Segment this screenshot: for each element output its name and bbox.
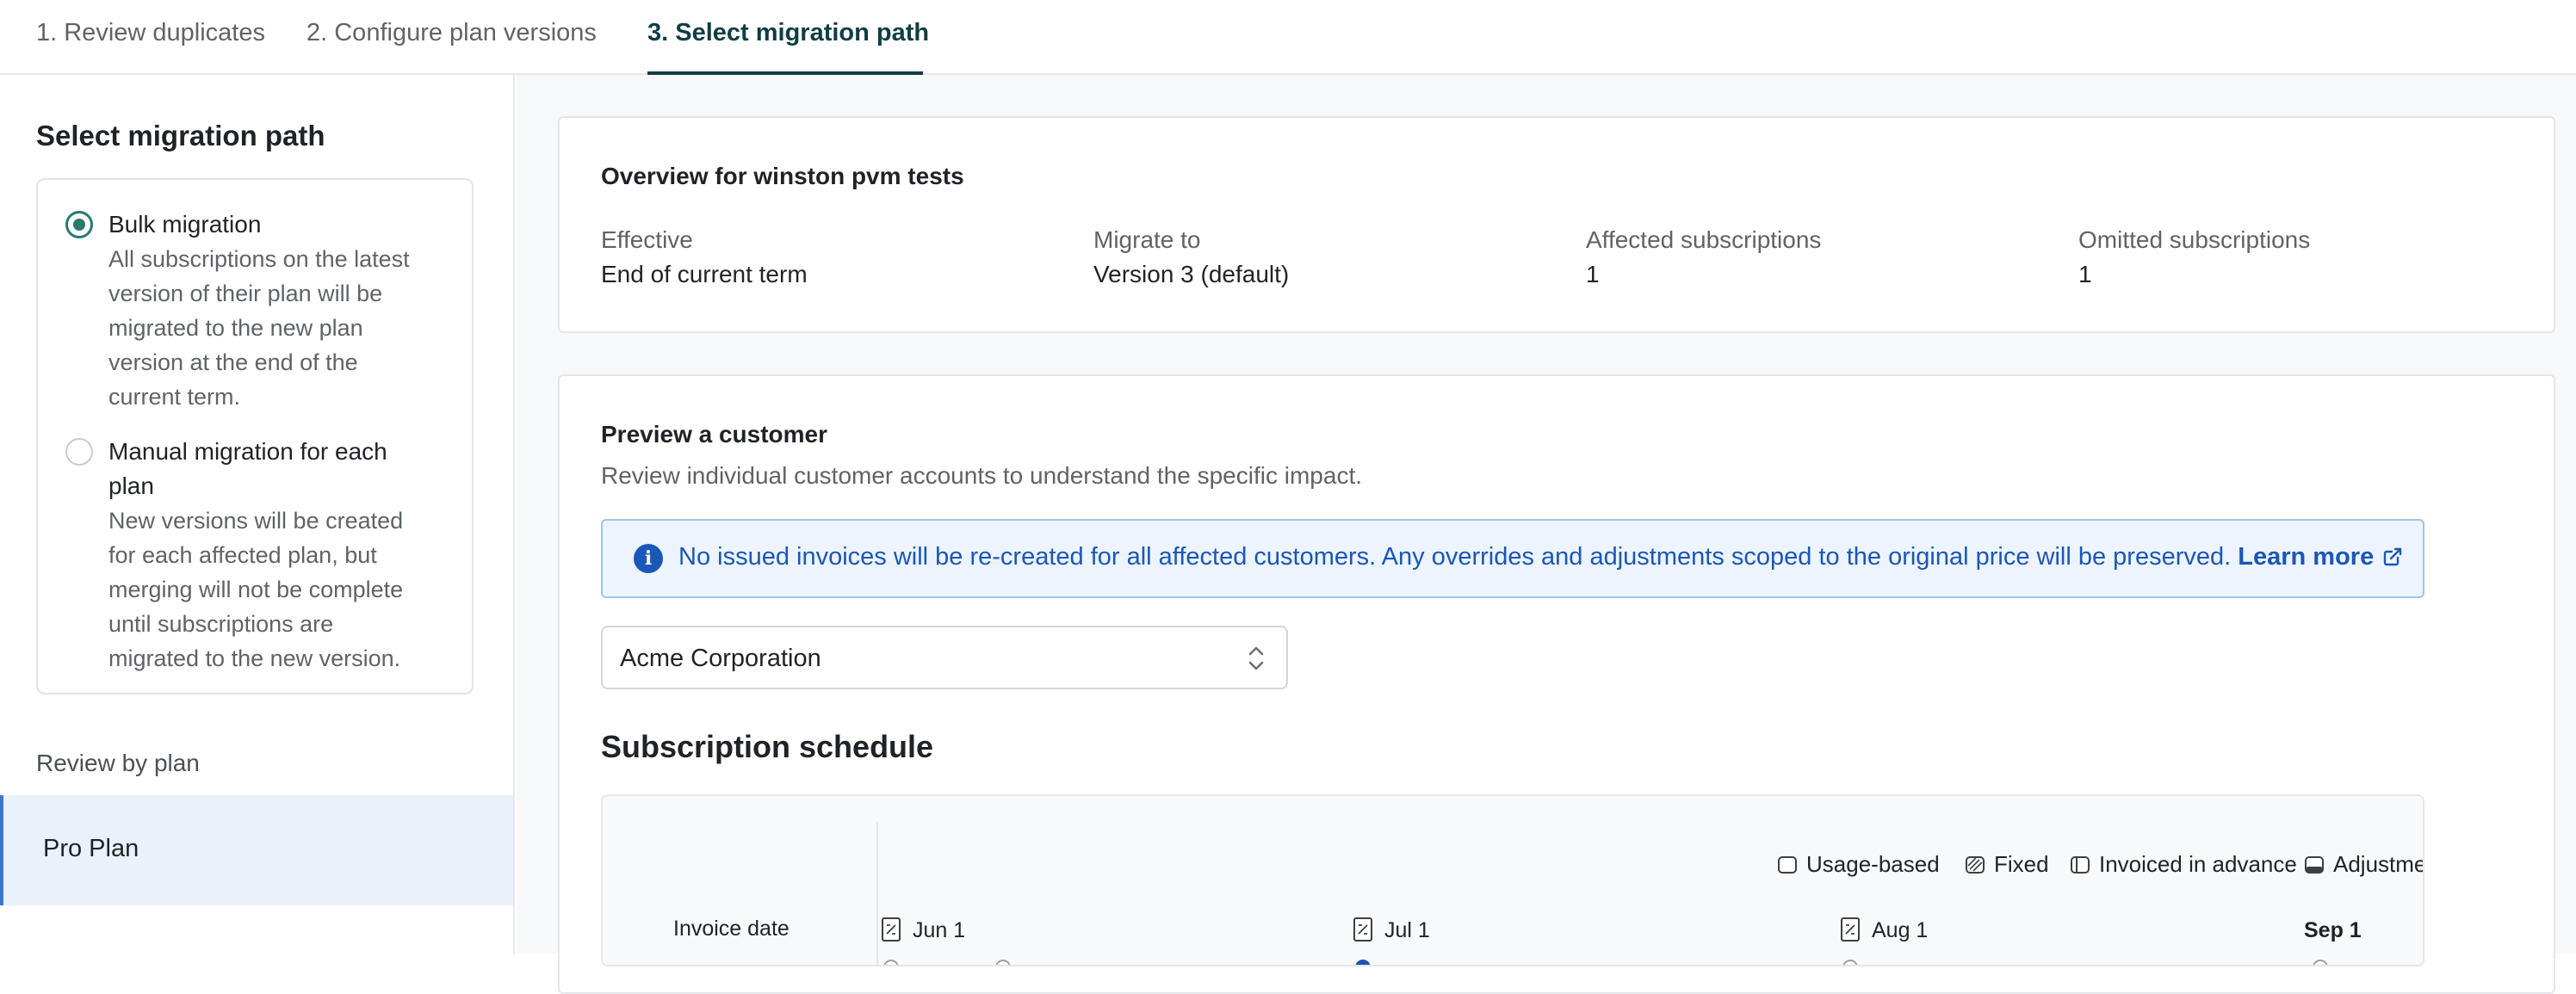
usage-based-icon — [1778, 856, 1797, 874]
sidebar: Select migration path Bulk migration All… — [0, 75, 515, 954]
timeline-dot — [883, 960, 899, 965]
subscription-schedule-panel: Usage-based Fixed Invoiced in advance Ad… — [601, 794, 2424, 966]
manual-migration-description: New versions will be created for each af… — [108, 508, 404, 671]
invoice-icon — [1353, 917, 1372, 942]
timeline-dot — [2313, 960, 2328, 965]
tab-review-duplicates[interactable]: 1. Review duplicates — [36, 19, 265, 47]
preview-card: Preview a customer Review individual cus… — [558, 374, 2555, 994]
review-by-plan-label: Review by plan — [36, 750, 200, 776]
info-banner-text: No issued invoices will be re-created fo… — [678, 543, 2403, 571]
effective-value: End of current term — [601, 261, 808, 287]
main-content: Overview for winston pvm tests Effective… — [517, 75, 2576, 994]
invoice-date-label: Invoice date — [673, 917, 790, 941]
chevron-up-down-icon — [1248, 646, 1264, 670]
info-banner-message: No issued invoices will be re-created fo… — [678, 543, 2232, 571]
omitted-subscriptions-label: Omitted subscriptions — [2078, 226, 2311, 253]
external-link-icon — [2384, 547, 2402, 566]
step-tabs: 1. Review duplicates 2. Configure plan v… — [0, 0, 2576, 75]
customer-select[interactable]: Acme Corporation — [601, 626, 1288, 689]
customer-select-value: Acme Corporation — [620, 645, 821, 672]
subscription-schedule-title: Subscription schedule — [601, 729, 934, 764]
overview-title: Overview for winston pvm tests — [601, 163, 964, 189]
migrate-to-label: Migrate to — [1093, 226, 1201, 253]
plan-item-label: Pro Plan — [43, 835, 139, 862]
manual-migration-radio[interactable] — [65, 438, 93, 466]
timeline-dot — [1842, 960, 1858, 965]
preview-title: Preview a customer — [601, 421, 828, 448]
timeline-dot — [995, 960, 1011, 965]
overview-card: Overview for winston pvm tests Effective… — [558, 116, 2555, 333]
invoiced-in-advance-icon — [2071, 856, 2090, 874]
manual-migration-label[interactable]: Manual migration for each plan — [108, 435, 387, 503]
info-banner: i No issued invoices will be re-created … — [601, 519, 2424, 598]
adjustment-icon — [2305, 856, 2324, 874]
affected-subscriptions-value: 1 — [1586, 261, 1600, 287]
sidebar-title: Select migration path — [36, 120, 325, 151]
bulk-migration-label[interactable]: Bulk migration — [108, 207, 261, 242]
tab-select-migration-path[interactable]: 3. Select migration path — [647, 19, 929, 47]
affected-subscriptions-label: Affected subscriptions — [1586, 226, 1822, 253]
info-icon: i — [634, 544, 663, 573]
plan-item-pro-plan[interactable]: Pro Plan — [0, 795, 513, 905]
omitted-subscriptions-value: 1 — [2078, 261, 2092, 287]
effective-label: Effective — [601, 226, 693, 253]
invoice-icon — [1841, 917, 1860, 942]
tab-configure-plan-versions[interactable]: 2. Configure plan versions — [307, 19, 597, 47]
schedule-divider — [876, 822, 878, 965]
bulk-migration-radio[interactable] — [65, 211, 93, 238]
learn-more-link[interactable]: Learn more — [2238, 543, 2403, 571]
preview-subtitle: Review individual customer accounts to u… — [601, 462, 1362, 489]
migrate-to-value: Version 3 (default) — [1093, 261, 1290, 287]
fixed-icon — [1966, 856, 1985, 874]
migration-options: Bulk migration All subscriptions on the … — [36, 178, 474, 695]
timeline-dot-current — [1355, 960, 1371, 965]
bulk-migration-description: All subscriptions on the latest version … — [108, 246, 410, 410]
invoice-icon — [882, 917, 901, 942]
